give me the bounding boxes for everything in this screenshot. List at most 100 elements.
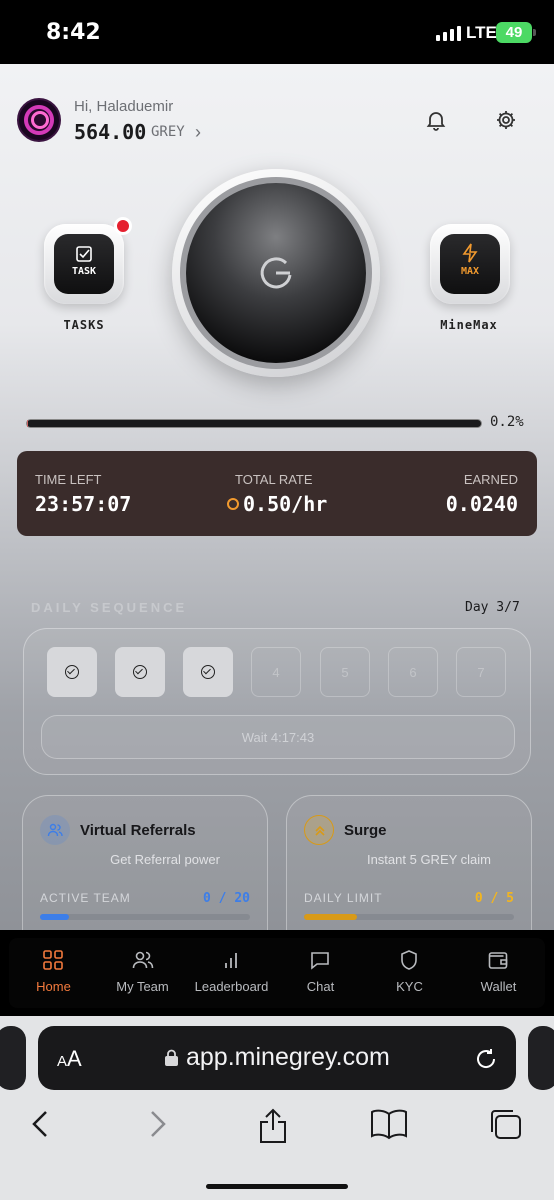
check-circle-icon: [201, 665, 215, 679]
battery-tip: [533, 29, 536, 36]
mining-progress-fill: [27, 420, 28, 427]
gear-icon[interactable]: [494, 108, 518, 132]
nav-my-team[interactable]: My Team: [98, 938, 187, 1008]
address-bar[interactable]: AA app.minegrey.com: [38, 1026, 516, 1090]
referrals-title: Virtual Referrals: [80, 822, 196, 839]
daily-limit-bar: [304, 914, 514, 920]
active-team-bar-fill: [40, 914, 70, 920]
nav-label: Home: [36, 979, 71, 994]
team-icon: [40, 815, 70, 845]
surge-card[interactable]: Surge Instant 5 GREY claim DAILY LIMIT 0…: [286, 795, 532, 930]
total-rate-value: 0.50/hr: [243, 492, 328, 516]
total-rate-label: TOTAL RATE: [235, 472, 313, 487]
chevron-right-icon[interactable]: ›: [195, 122, 201, 143]
share-icon[interactable]: [258, 1108, 288, 1144]
day-7[interactable]: 7: [456, 647, 506, 697]
notification-dot: [114, 217, 132, 235]
virtual-referrals-card[interactable]: Virtual Referrals Get Referral power ACT…: [22, 795, 268, 930]
daily-sequence-card: 4 5 6 7 Wait 4:17:43: [23, 628, 531, 775]
mining-progress-bar: [26, 419, 482, 428]
lock-icon: [165, 1049, 178, 1066]
team-icon: [132, 951, 154, 969]
nav-label: Wallet: [480, 979, 517, 994]
task-check-icon: [76, 246, 92, 262]
check-circle-icon: [133, 665, 147, 679]
daily-limit-value: 0 / 5: [474, 891, 514, 906]
day-counter: Day 3/7: [465, 600, 520, 615]
bar-chart-icon: [225, 953, 237, 968]
next-tab[interactable]: [528, 1026, 554, 1090]
time-left-label: TIME LEFT: [35, 472, 102, 487]
battery-icon: 49: [496, 22, 532, 43]
minemax-badge-text: MAX: [460, 266, 480, 277]
text-size-button[interactable]: AA: [57, 1046, 82, 1072]
active-team-bar: [40, 914, 250, 920]
daily-sequence-title: DAILY SEQUENCE: [31, 600, 188, 615]
earned-value: 0.0240: [445, 492, 518, 516]
day-1[interactable]: [47, 647, 97, 697]
grey-logo-icon: [31, 111, 49, 129]
signal-icon: [436, 25, 461, 41]
surge-subtitle: Instant 5 GREY claim: [366, 852, 492, 867]
earned-label: EARNED: [463, 472, 518, 487]
check-circle-icon: [65, 665, 79, 679]
url-text[interactable]: app.minegrey.com: [186, 1043, 390, 1072]
status-bar: 8:42 LTE 49: [0, 0, 554, 64]
nav-label: KYC: [396, 979, 423, 994]
balance-unit: GREY: [151, 124, 185, 140]
day-4[interactable]: 4: [251, 647, 301, 697]
stats-panel: TIME LEFT 23:57:07 TOTAL RATE 0.50/hr EA…: [17, 451, 537, 536]
mining-progress-percent: 0.2%: [490, 414, 524, 430]
nav-label: My Team: [116, 979, 169, 994]
mine-button[interactable]: [172, 169, 380, 377]
day-5[interactable]: 5: [320, 647, 370, 697]
home-indicator: [206, 1184, 348, 1189]
greeting: Hi, Haladuemir: [74, 98, 174, 115]
wallet-icon: [488, 952, 508, 969]
double-chevron-up-icon: [304, 815, 334, 845]
previous-tab[interactable]: [0, 1026, 26, 1090]
minemax-button[interactable]: MAX: [430, 224, 510, 304]
claim-wait-button[interactable]: Wait 4:17:43: [41, 715, 515, 759]
minemax-button-face: MAX: [440, 234, 500, 294]
active-team-label: ACTIVE TEAM: [40, 891, 131, 905]
bottom-nav: Home My Team Leaderboard Chat KYC Wallet: [9, 938, 545, 1008]
day-6[interactable]: 6: [388, 647, 438, 697]
tabs-icon[interactable]: [488, 1108, 524, 1142]
surge-title: Surge: [344, 822, 387, 839]
network-type: LTE: [466, 23, 497, 42]
grid-icon: [43, 950, 63, 970]
daily-limit-label: DAILY LIMIT: [304, 891, 383, 905]
balance-value[interactable]: 564.00: [74, 120, 146, 144]
bell-icon[interactable]: [424, 108, 448, 132]
nav-chat[interactable]: Chat: [276, 938, 365, 1008]
nav-wallet[interactable]: Wallet: [454, 938, 543, 1008]
tasks-badge-text: TASK: [71, 266, 97, 277]
minemax-label: MineMax: [440, 318, 498, 332]
back-icon[interactable]: [28, 1108, 50, 1140]
avatar[interactable]: [17, 98, 61, 142]
nav-kyc[interactable]: KYC: [365, 938, 454, 1008]
nav-home[interactable]: Home: [9, 938, 98, 1008]
nav-label: Chat: [306, 979, 335, 994]
lightning-icon: [462, 243, 478, 263]
shield-icon: [401, 950, 417, 970]
day-3[interactable]: [183, 647, 233, 697]
grey-coin-icon: [227, 498, 239, 510]
battery-level: 49: [505, 24, 523, 41]
bookmarks-icon[interactable]: [370, 1108, 408, 1140]
active-team-value: 0 / 20: [203, 891, 250, 906]
tasks-label: TASKS: [63, 318, 105, 332]
reload-icon[interactable]: [474, 1047, 498, 1071]
time-left-value: 23:57:07: [35, 492, 132, 516]
app-screen: Hi, Haladuemir 564.00 GREY › TASK TASKS …: [0, 64, 554, 930]
mine-button-core: [186, 183, 366, 363]
daily-limit-bar-fill: [304, 914, 357, 920]
tasks-button-face: TASK: [54, 234, 114, 294]
power-logo-icon: [260, 257, 292, 289]
referrals-subtitle: Get Referral power: [110, 852, 220, 867]
forward-icon[interactable]: [148, 1108, 170, 1140]
nav-leaderboard[interactable]: Leaderboard: [187, 938, 276, 1008]
day-2[interactable]: [115, 647, 165, 697]
tasks-button[interactable]: TASK: [44, 224, 124, 304]
